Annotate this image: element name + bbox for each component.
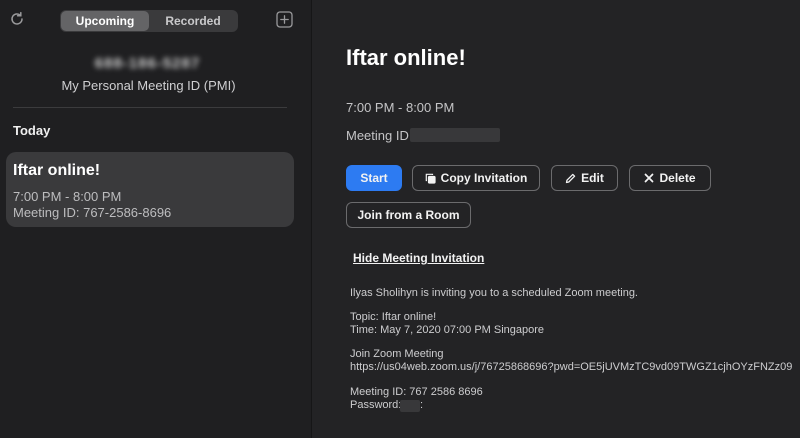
divider	[13, 107, 287, 108]
invitation-password-label: Password:	[350, 399, 402, 411]
pencil-icon	[565, 173, 576, 184]
refresh-icon[interactable]	[8, 10, 26, 28]
hide-invitation-link[interactable]: Hide Meeting Invitation	[353, 251, 484, 265]
meeting-detail-panel: Iftar online! 7:00 PM - 8:00 PM Meeting …	[312, 0, 800, 438]
add-meeting-icon[interactable]	[276, 11, 293, 28]
meeting-item-time: 7:00 PM - 8:00 PM	[13, 189, 122, 204]
edit-button[interactable]: Edit	[551, 165, 618, 191]
delete-button[interactable]: Delete	[629, 165, 711, 191]
section-label-today: Today	[13, 123, 51, 138]
invitation-intro: Ilyas Sholihyn is inviting you to a sche…	[350, 287, 638, 299]
meeting-title: Iftar online!	[346, 45, 466, 70]
join-from-room-button[interactable]: Join from a Room	[346, 202, 471, 228]
invitation-time: Time: May 7, 2020 07:00 PM Singapore	[350, 324, 545, 336]
join-from-room-label: Join from a Room	[357, 208, 460, 222]
edit-label: Edit	[581, 171, 604, 185]
start-button[interactable]: Start	[346, 165, 402, 191]
invitation-password-suffix: :	[420, 399, 424, 411]
copy-icon	[425, 173, 436, 184]
meeting-id-redacted	[410, 128, 500, 142]
password-redacted	[400, 400, 420, 412]
close-icon	[644, 173, 654, 183]
tab-recorded[interactable]: Recorded	[149, 11, 237, 31]
invitation-join-heading: Join Zoom Meeting	[350, 348, 444, 360]
start-button-label: Start	[360, 171, 388, 185]
invitation-meeting-id: Meeting ID: 767 2586 8696	[350, 386, 483, 398]
meeting-item-id: Meeting ID: 767-2586-8696	[13, 205, 172, 220]
meeting-tabs: Upcoming Recorded	[60, 10, 238, 32]
meeting-list-item[interactable]: Iftar online! 7:00 PM - 8:00 PM Meeting …	[6, 152, 294, 227]
pmi-number: 688-186-5287	[94, 55, 201, 72]
copy-invitation-label: Copy Invitation	[440, 171, 528, 185]
meeting-item-title: Iftar online!	[13, 162, 101, 179]
invitation-topic: Topic: Iftar online!	[350, 311, 437, 323]
invitation-join-url: https://us04web.zoom.us/j/76725868696?pw…	[350, 361, 793, 373]
delete-label: Delete	[659, 171, 696, 185]
copy-invitation-button[interactable]: Copy Invitation	[412, 165, 540, 191]
sidebar: Upcoming Recorded 688-186-5287 My Person…	[0, 0, 312, 438]
meeting-id-label: Meeting ID:	[346, 128, 413, 143]
meeting-time: 7:00 PM - 8:00 PM	[346, 100, 455, 115]
pmi-label: My Personal Meeting ID (PMI)	[61, 78, 236, 93]
tab-upcoming[interactable]: Upcoming	[61, 11, 149, 31]
